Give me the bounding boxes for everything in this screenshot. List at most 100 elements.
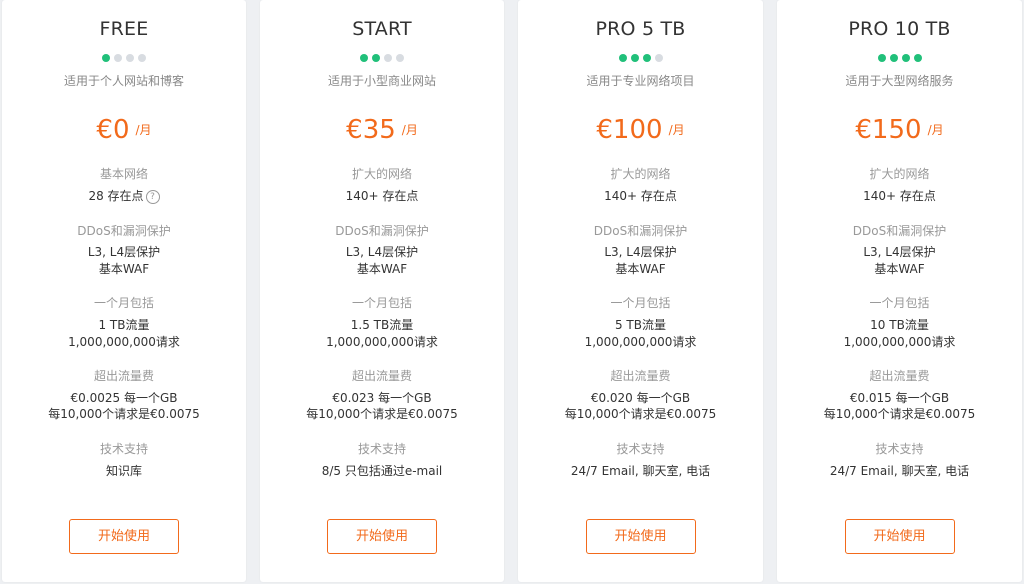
network-value: 28 存在点 — [88, 189, 144, 203]
level-dot — [654, 54, 663, 62]
ddos-line-2: 基本WAF — [356, 262, 408, 276]
level-dot — [642, 54, 651, 62]
overage-line-1: €0.0025 每一个GB — [70, 391, 178, 405]
level-dot — [360, 54, 368, 62]
overage-title: 超出流量费 — [610, 369, 671, 383]
plan-title: PRO 10 TB — [848, 18, 951, 40]
overage-line-2: 每10,000个请求是€0.0075 — [306, 407, 458, 421]
plan-subtitle: 适用于个人网站和博客 — [63, 74, 184, 88]
ddos-line-2: 基本WAF — [874, 262, 925, 276]
price-unit: /月 — [401, 123, 418, 137]
support-value: 8/5 只包括通过e-mail — [321, 464, 443, 478]
support-title: 技术支持 — [357, 442, 406, 456]
plan-level-indicator — [2, 54, 246, 63]
monthly-line-2: 1,000,000,000请求 — [843, 335, 956, 349]
plan-subtitle: 适用于大型网络服务 — [845, 74, 954, 88]
monthly-line-2: 1,000,000,000请求 — [326, 335, 438, 349]
support-value: 知识库 — [105, 464, 142, 478]
overage-title: 超出流量费 — [93, 369, 154, 383]
plan-title: PRO 5 TB — [595, 18, 686, 40]
network-title: 扩大的网络 — [351, 167, 412, 181]
monthly-line-1: 1.5 TB流量 — [350, 318, 414, 332]
plan-level-indicator — [260, 54, 504, 63]
level-dot — [877, 54, 886, 62]
level-dot — [913, 54, 922, 62]
plan-title: START — [352, 18, 412, 40]
monthly-line-1: 10 TB流量 — [870, 318, 929, 332]
overage-line-2: 每10,000个请求是€0.0075 — [564, 407, 717, 421]
plan-level-indicator — [777, 54, 1022, 63]
plan-price: €100 — [596, 115, 663, 145]
level-dot — [630, 54, 639, 62]
ddos-title: DDoS和漏洞保护 — [77, 224, 171, 238]
start-button[interactable]: 开始使用 — [585, 519, 696, 554]
help-icon[interactable]: ? — [145, 190, 160, 204]
price-unit: /月 — [135, 123, 152, 137]
support-value: 24/7 Email, 聊天室, 电话 — [570, 464, 711, 478]
plan-level-indicator — [518, 54, 763, 63]
overage-title: 超出流量费 — [869, 369, 930, 383]
price-row: €150 /月 — [777, 114, 1022, 146]
ddos-title: DDoS和漏洞保护 — [852, 224, 947, 238]
network-title: 基本网络 — [99, 167, 148, 181]
ddos-line-2: 基本WAF — [98, 262, 150, 276]
monthly-title: 一个月包括 — [869, 296, 930, 310]
ddos-title: DDoS和漏洞保护 — [593, 224, 688, 238]
plan-price: €0 — [96, 115, 130, 145]
ddos-line-2: 基本WAF — [615, 262, 666, 276]
monthly-title: 一个月包括 — [610, 296, 671, 310]
price-row: €0 /月 — [2, 114, 246, 146]
start-button[interactable]: 开始使用 — [69, 519, 179, 554]
support-title: 技术支持 — [616, 442, 665, 456]
ddos-line-1: L3, L4层保护 — [87, 245, 161, 259]
level-dot — [138, 54, 146, 62]
support-value: 24/7 Email, 聊天室, 电话 — [829, 464, 970, 478]
plan-card-start: START 适用于小型商业网站 €35 /月 扩大的网络 140+ 存在点 DD… — [260, 0, 504, 582]
overage-line-2: 每10,000个请求是€0.0075 — [48, 407, 200, 421]
network-value: 140+ 存在点 — [345, 189, 419, 203]
ddos-line-1: L3, L4层保护 — [345, 245, 419, 259]
plan-subtitle: 适用于专业网络项目 — [586, 74, 695, 88]
overage-title: 超出流量费 — [351, 369, 412, 383]
level-dot — [372, 54, 380, 62]
start-button[interactable]: 开始使用 — [327, 519, 437, 554]
price-unit: /月 — [927, 123, 944, 137]
support-title: 技术支持 — [99, 442, 148, 456]
level-dot — [889, 54, 898, 62]
support-title: 技术支持 — [875, 442, 924, 456]
level-dot — [618, 54, 627, 62]
price-unit: /月 — [668, 123, 685, 137]
overage-line-1: €0.023 每一个GB — [332, 391, 432, 405]
level-dot — [384, 54, 392, 62]
plan-price: €150 — [855, 115, 922, 145]
monthly-line-1: 1 TB流量 — [98, 318, 150, 332]
network-title: 扩大的网络 — [869, 167, 930, 181]
plan-title: FREE — [99, 18, 149, 40]
plan-card-free: FREE 适用于个人网站和博客 €0 /月 基本网络 28 存在点? DDoS和… — [2, 0, 246, 582]
monthly-line-2: 1,000,000,000请求 — [584, 335, 697, 349]
level-dot — [901, 54, 910, 62]
plan-card-pro-5tb: PRO 5 TB 适用于专业网络项目 €100 /月 扩大的网络 140+ 存在… — [518, 0, 763, 582]
level-dot — [396, 54, 404, 62]
network-value: 140+ 存在点 — [863, 189, 936, 203]
monthly-title: 一个月包括 — [351, 296, 412, 310]
plan-price: €35 — [346, 115, 396, 145]
ddos-title: DDoS和漏洞保护 — [335, 224, 429, 238]
price-row: €100 /月 — [518, 114, 763, 146]
plan-subtitle: 适用于小型商业网站 — [327, 74, 436, 88]
overage-line-1: €0.020 每一个GB — [590, 391, 691, 405]
start-button[interactable]: 开始使用 — [844, 519, 955, 554]
price-row: €35 /月 — [260, 114, 504, 146]
monthly-title: 一个月包括 — [93, 296, 154, 310]
ddos-line-1: L3, L4层保护 — [863, 245, 936, 259]
plan-card-pro-10tb: PRO 10 TB 适用于大型网络服务 €150 /月 扩大的网络 140+ 存… — [777, 0, 1022, 582]
overage-line-2: 每10,000个请求是€0.0075 — [823, 407, 976, 421]
level-dot — [102, 54, 110, 62]
network-value-row: 28 存在点? — [2, 188, 246, 205]
network-title: 扩大的网络 — [610, 167, 671, 181]
monthly-line-1: 5 TB流量 — [614, 318, 666, 332]
level-dot — [126, 54, 134, 62]
network-value: 140+ 存在点 — [604, 189, 677, 203]
monthly-line-2: 1,000,000,000请求 — [68, 335, 180, 349]
ddos-line-1: L3, L4层保护 — [604, 245, 677, 259]
